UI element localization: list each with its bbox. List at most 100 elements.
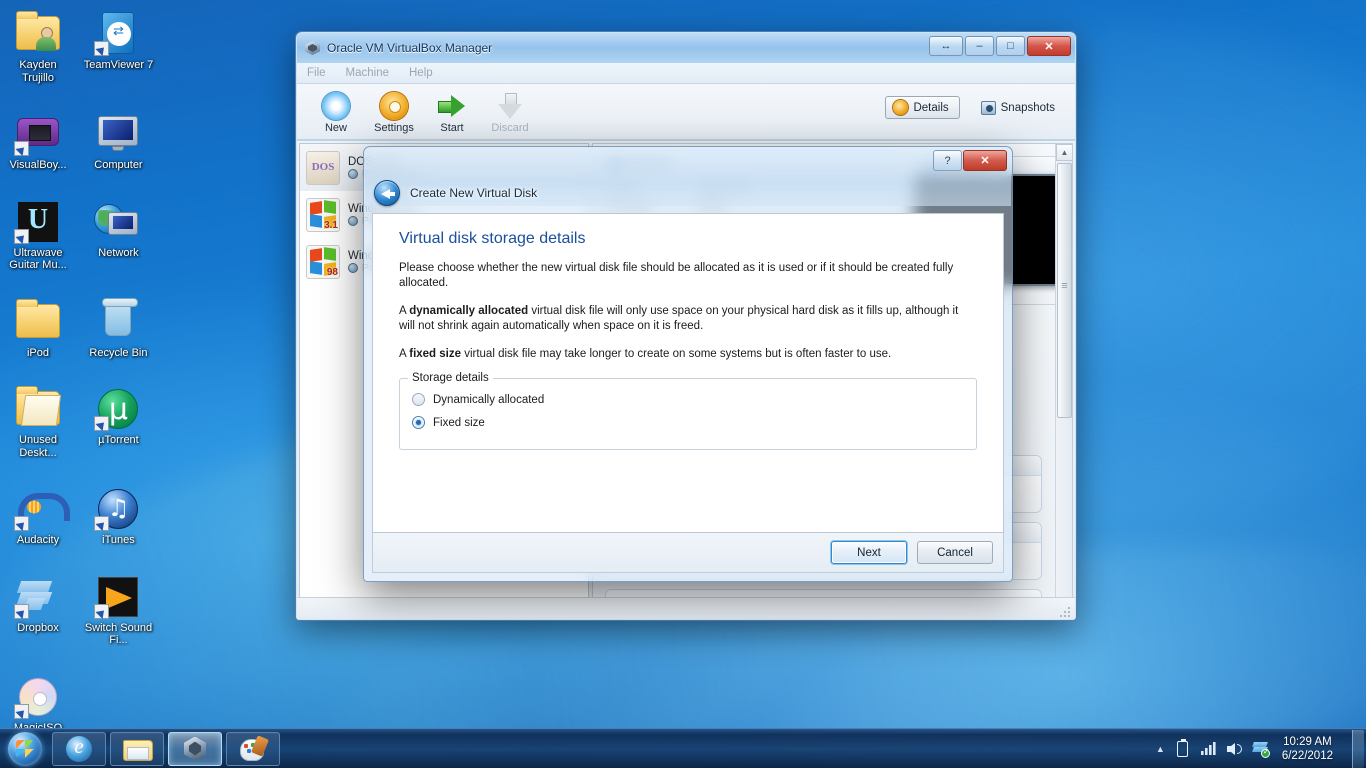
- window-controls: ↔ – □ ✕: [929, 36, 1071, 56]
- computer-icon: [94, 108, 142, 156]
- shortcut-overlay-icon: [94, 516, 110, 531]
- dialog-titlebar[interactable]: Create New Virtual Disk ? ✕: [364, 147, 1012, 206]
- desktop-icon-unused-desktop[interactable]: Unused Deskt...: [0, 379, 76, 465]
- taskbar-item-virtualbox[interactable]: [168, 731, 222, 766]
- taskbar: ▲ 10:29 AM 6/22/2012: [0, 728, 1366, 768]
- taskbar-item-windows-explorer[interactable]: [110, 731, 164, 766]
- dialog-window-controls: ? ✕: [933, 150, 1007, 171]
- network-icon: [94, 196, 142, 244]
- taskbar-item-internet-explorer[interactable]: [52, 731, 106, 766]
- dropbox-icon: [14, 571, 62, 619]
- start-button[interactable]: Start: [423, 88, 481, 134]
- resize-grip-icon[interactable]: [1060, 605, 1072, 617]
- radio-label: Fixed size: [433, 416, 485, 429]
- desktop-icon-ipod[interactable]: iPod: [0, 292, 76, 366]
- maximize-button[interactable]: □: [996, 36, 1025, 56]
- new-button[interactable]: New: [307, 88, 365, 134]
- desktop-icon-visualboy[interactable]: VisualBoy...: [0, 104, 76, 178]
- radio-label: Dynamically allocated: [433, 393, 545, 406]
- windows-31-icon: 3.1: [306, 197, 340, 232]
- snapshots-tab[interactable]: Snapshots: [974, 98, 1065, 118]
- desktop-icon-label: Ultrawave Guitar Mu...: [9, 246, 67, 272]
- storage-details-legend: Storage details: [408, 372, 493, 384]
- minimize-button[interactable]: –: [965, 36, 994, 56]
- virtualbox-icon: [182, 736, 208, 762]
- shortcut-overlay-icon: [94, 41, 110, 56]
- start-arrow-icon: [423, 90, 481, 120]
- settings-button[interactable]: Settings: [365, 88, 423, 134]
- help-button[interactable]: ?: [933, 150, 962, 171]
- desktop[interactable]: Kayden Trujillo ⇄ TeamViewer 7 VisualBoy…: [0, 0, 1366, 768]
- radio-fixed-size[interactable]: Fixed size: [412, 416, 964, 429]
- new-icon: [307, 90, 365, 120]
- desktop-icon-grid: Kayden Trujillo ⇄ TeamViewer 7 VisualBoy…: [0, 4, 160, 754]
- desktop-icon-dropbox[interactable]: Dropbox: [0, 567, 76, 641]
- details-scrollbar[interactable]: ▲ ▼: [1055, 144, 1072, 618]
- desktop-icon-label: Switch Sound Fi...: [84, 621, 153, 647]
- desktop-icon-recycle-bin[interactable]: Recycle Bin: [80, 292, 156, 366]
- discard-button: Discard: [481, 88, 539, 134]
- radio-button-icon[interactable]: [412, 393, 425, 406]
- dialog-paragraph-3: A fixed size virtual disk file may take …: [399, 348, 892, 360]
- desktop-icon-ultrawave[interactable]: Ultrawave Guitar Mu...: [0, 192, 76, 278]
- view-switcher: Details Snapshots: [885, 96, 1065, 119]
- desktop-icon-utorrent[interactable]: µTorrent: [80, 379, 156, 453]
- status-bar: [297, 597, 1075, 619]
- desktop-icon-label: Dropbox: [17, 621, 59, 634]
- desktop-icon-itunes[interactable]: iTunes: [80, 479, 156, 553]
- desktop-icon-computer[interactable]: Computer: [80, 104, 156, 178]
- menu-help[interactable]: Help: [409, 67, 433, 79]
- teamviewer-icon: ⇄: [94, 8, 142, 56]
- back-arrow-icon[interactable]: [374, 180, 400, 206]
- clock-date: 6/22/2012: [1281, 749, 1333, 762]
- speaker-icon[interactable]: [1226, 739, 1243, 758]
- powered-off-icon: [348, 262, 358, 273]
- show-desktop-button[interactable]: [1352, 729, 1364, 768]
- new-button-label: New: [324, 122, 347, 134]
- menu-file[interactable]: File: [307, 67, 326, 79]
- storage-details-group: Storage details Dynamically allocated Fi…: [399, 372, 977, 450]
- window-title: Oracle VM VirtualBox Manager: [327, 41, 493, 55]
- battery-icon[interactable]: [1174, 738, 1191, 758]
- desktop-icon-network[interactable]: Network: [80, 192, 156, 266]
- vm-icon-badge: 98: [326, 266, 338, 278]
- discard-button-label: Discard: [491, 122, 529, 134]
- close-button[interactable]: ✕: [1027, 36, 1071, 56]
- desktop-icon-label: Audacity: [16, 534, 60, 546]
- shortcut-overlay-icon: [14, 516, 29, 531]
- network-signal-icon[interactable]: [1200, 739, 1217, 758]
- start-button[interactable]: [2, 730, 48, 768]
- visualboyadvance-icon: [14, 108, 62, 156]
- close-button[interactable]: ✕: [963, 150, 1007, 171]
- folder-open-icon: [14, 383, 62, 431]
- clock[interactable]: 10:29 AM 6/22/2012: [1278, 735, 1341, 763]
- start-button-label: Start: [440, 122, 464, 134]
- desktop-icon-teamviewer[interactable]: ⇄ TeamViewer 7: [80, 4, 156, 78]
- restore-down-button[interactable]: ↔: [929, 36, 963, 56]
- desktop-icon-kayden-trujillo[interactable]: Kayden Trujillo: [0, 4, 76, 90]
- details-tab[interactable]: Details: [885, 96, 960, 119]
- vm-icon-badge: 3.1: [324, 219, 338, 231]
- scrollbar-thumb[interactable]: [1057, 163, 1072, 418]
- chevron-up-icon[interactable]: ▲: [1156, 744, 1165, 754]
- audacity-icon: [14, 483, 70, 531]
- desktop-icon-switch-sound[interactable]: Switch Sound Fi...: [80, 567, 156, 653]
- next-button[interactable]: Next: [831, 541, 907, 564]
- scroll-up-icon[interactable]: ▲: [1056, 144, 1072, 161]
- cancel-button[interactable]: Cancel: [917, 541, 993, 564]
- utorrent-icon: [94, 383, 142, 431]
- window-titlebar[interactable]: Oracle VM VirtualBox Manager ↔ – □ ✕: [297, 33, 1075, 63]
- taskbar-item-paint[interactable]: [226, 731, 280, 766]
- internet-explorer-icon: [66, 734, 92, 762]
- user-folder-icon: [14, 8, 62, 56]
- radio-dynamically-allocated[interactable]: Dynamically allocated: [412, 393, 964, 406]
- system-tray: ▲ 10:29 AM 6/22/2012: [1156, 729, 1366, 768]
- desktop-icon-audacity[interactable]: Audacity: [0, 479, 76, 553]
- desktop-icon-label: Recycle Bin: [89, 346, 148, 359]
- radio-button-icon[interactable]: [412, 416, 425, 429]
- snapshots-camera-icon: [980, 100, 996, 115]
- create-new-virtual-disk-dialog[interactable]: Create New Virtual Disk ? ✕ Virtual disk…: [363, 146, 1013, 582]
- menu-machine[interactable]: Machine: [346, 67, 389, 79]
- snapshots-tab-label: Snapshots: [1000, 101, 1055, 114]
- dropbox-tray-icon[interactable]: [1251, 739, 1270, 758]
